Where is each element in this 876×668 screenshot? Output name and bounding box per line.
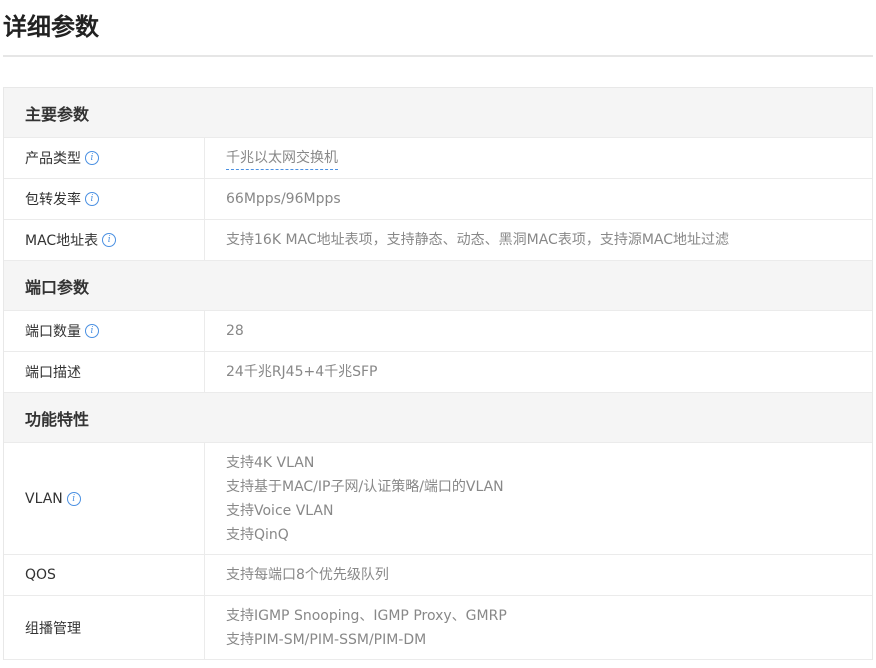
spec-value: 28 bbox=[226, 323, 244, 339]
spec-label: 产品类型 bbox=[25, 151, 81, 167]
spec-value: 66Mpps/96Mpps bbox=[226, 191, 341, 207]
spec-row-mac-table: MAC地址表 i 支持16K MAC地址表项，支持静态、动态、黑洞MAC表项，支… bbox=[4, 220, 872, 261]
section-header-port-params: 端口参数 bbox=[4, 261, 872, 311]
spec-value-line: 支持Voice VLAN bbox=[226, 502, 334, 519]
spec-row-port-description: 端口描述 24千兆RJ45+4千兆SFP bbox=[4, 352, 872, 393]
spec-label-cell: MAC地址表 i bbox=[4, 220, 205, 260]
spec-label: 包转发率 bbox=[25, 192, 81, 208]
spec-value-line: 支持QinQ bbox=[226, 526, 289, 543]
info-icon[interactable]: i bbox=[85, 192, 99, 206]
spec-value: 支持16K MAC地址表项，支持静态、动态、黑洞MAC表项，支持源MAC地址过滤 bbox=[226, 232, 730, 248]
spec-row-multicast: 组播管理 支持IGMP Snooping、IGMP Proxy、GMRP 支持P… bbox=[4, 596, 872, 660]
spec-label-cell: 产品类型 i bbox=[4, 138, 205, 178]
section-header-features: 功能特性 bbox=[4, 393, 872, 443]
spec-label: QOS bbox=[25, 567, 56, 583]
spec-table: 主要参数 产品类型 i 千兆以太网交换机 包转发率 i 66Mpps/96Mpp… bbox=[3, 87, 873, 660]
spec-row-product-type: 产品类型 i 千兆以太网交换机 bbox=[4, 138, 872, 179]
spec-value-line: 支持PIM-SM/PIM-SSM/PIM-DM bbox=[226, 631, 427, 648]
info-icon[interactable]: i bbox=[66, 491, 81, 506]
info-icon[interactable]: i bbox=[85, 324, 99, 338]
spec-value-line: 支持4K VLAN bbox=[226, 454, 315, 471]
spec-value-cell: 66Mpps/96Mpps bbox=[205, 179, 872, 219]
spec-value-cell: 24千兆RJ45+4千兆SFP bbox=[205, 352, 872, 392]
spec-label: MAC地址表 bbox=[25, 233, 99, 249]
spec-value-cell: 28 bbox=[205, 311, 872, 351]
spec-value-cell: 支持16K MAC地址表项，支持静态、动态、黑洞MAC表项，支持源MAC地址过滤 bbox=[205, 220, 872, 260]
spec-label: VLAN bbox=[25, 490, 63, 507]
info-icon[interactable]: i bbox=[102, 233, 117, 247]
spec-label: 端口数量 bbox=[25, 324, 81, 340]
spec-value-cell: 千兆以太网交换机 bbox=[205, 138, 872, 178]
product-type-link[interactable]: 千兆以太网交换机 bbox=[226, 149, 338, 170]
spec-label-cell: 包转发率 i bbox=[4, 179, 205, 219]
spec-label-cell: 端口描述 bbox=[4, 352, 205, 392]
spec-value: 支持每端口8个优先级队列 bbox=[226, 567, 389, 583]
info-icon[interactable]: i bbox=[85, 151, 99, 165]
page-title: 详细参数 bbox=[3, 13, 99, 41]
spec-value-cell: 支持IGMP Snooping、IGMP Proxy、GMRP 支持PIM-SM… bbox=[205, 596, 872, 659]
spec-label: 端口描述 bbox=[25, 365, 81, 381]
spec-value-line: 支持基于MAC/IP子网/认证策略/端口的VLAN bbox=[226, 478, 504, 495]
section-header-main-params: 主要参数 bbox=[4, 88, 872, 138]
spec-row-port-count: 端口数量 i 28 bbox=[4, 311, 872, 352]
spec-label-cell: QOS bbox=[4, 555, 205, 595]
spec-value-cell: 支持每端口8个优先级队列 bbox=[205, 555, 872, 595]
spec-value-cell: 支持4K VLAN 支持基于MAC/IP子网/认证策略/端口的VLAN 支持Vo… bbox=[205, 443, 872, 554]
spec-row-forwarding-rate: 包转发率 i 66Mpps/96Mpps bbox=[4, 179, 872, 220]
spec-label: 组播管理 bbox=[25, 620, 81, 637]
spec-label-cell: VLAN i bbox=[4, 443, 205, 554]
spec-label-cell: 端口数量 i bbox=[4, 311, 205, 351]
spec-label-cell: 组播管理 bbox=[4, 596, 205, 659]
spec-value: 24千兆RJ45+4千兆SFP bbox=[226, 364, 378, 380]
spec-row-vlan: VLAN i 支持4K VLAN 支持基于MAC/IP子网/认证策略/端口的VL… bbox=[4, 443, 872, 555]
title-divider bbox=[3, 55, 873, 57]
spec-value-line: 支持IGMP Snooping、IGMP Proxy、GMRP bbox=[226, 607, 507, 624]
spec-row-qos: QOS 支持每端口8个优先级队列 bbox=[4, 555, 872, 596]
